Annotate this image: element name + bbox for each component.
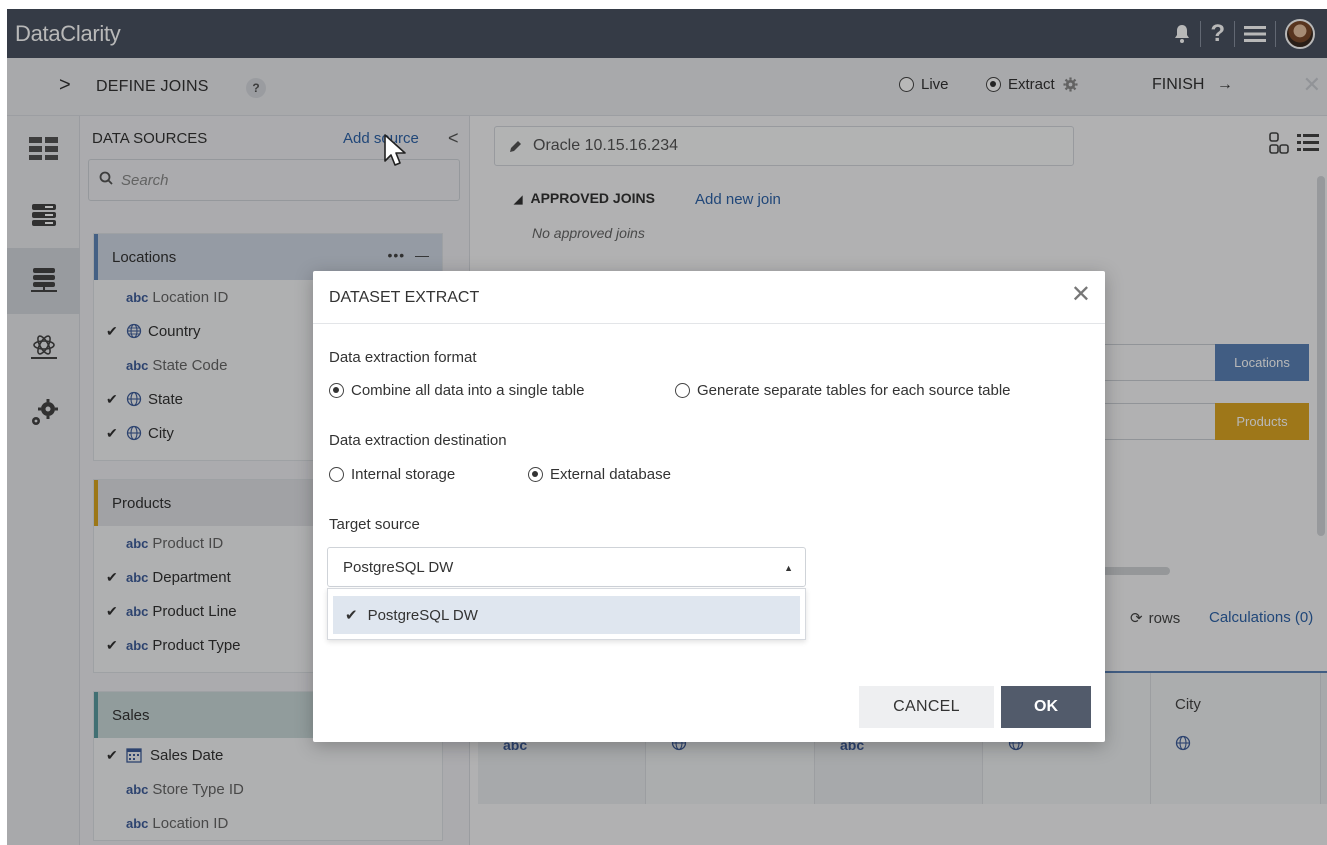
format-option-separate[interactable]: Generate separate tables for each source… — [675, 382, 1011, 399]
target-source-dropdown: ✔ PostgreSQL DW — [327, 588, 806, 640]
dropdown-option[interactable]: ✔ PostgreSQL DW — [333, 596, 800, 634]
cancel-button[interactable]: CANCEL — [859, 686, 994, 728]
app-frame: DataClarity ? > DEFINE JOINS ? Live Extr… — [7, 9, 1327, 845]
dialog-title: DATASET EXTRACT — [329, 289, 480, 306]
close-icon[interactable]: ✕ — [1071, 283, 1091, 307]
radio-selected-icon — [329, 383, 344, 398]
caret-up-icon: ▲ — [784, 563, 793, 573]
destination-option-internal[interactable]: Internal storage — [329, 466, 455, 483]
destination-option-external[interactable]: External database — [528, 466, 671, 483]
mouse-cursor-icon — [383, 133, 409, 174]
dialog-header: DATASET EXTRACT ✕ — [313, 271, 1105, 324]
format-option-combine[interactable]: Combine all data into a single table — [329, 382, 584, 399]
dataset-extract-dialog: DATASET EXTRACT ✕ Data extraction format… — [313, 271, 1105, 742]
select-value: PostgreSQL DW — [343, 558, 454, 576]
destination-label: Data extraction destination — [329, 432, 507, 449]
target-source-label: Target source — [329, 516, 420, 533]
ok-button[interactable]: OK — [1001, 686, 1091, 728]
check-icon: ✔ — [345, 607, 358, 624]
radio-icon — [329, 467, 344, 482]
format-label: Data extraction format — [329, 349, 477, 366]
target-source-select[interactable]: PostgreSQL DW ▲ — [327, 547, 806, 587]
radio-icon — [675, 383, 690, 398]
radio-selected-icon — [528, 467, 543, 482]
